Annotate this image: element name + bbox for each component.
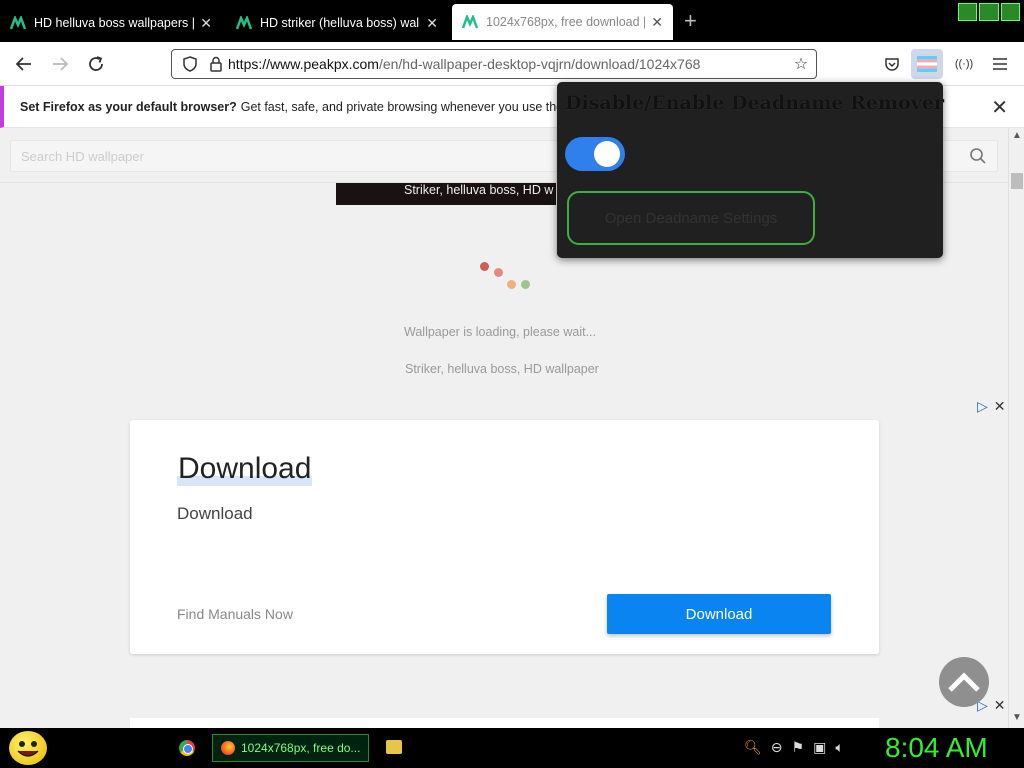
tracking-shield-icon[interactable] bbox=[182, 56, 198, 72]
tab-close-icon[interactable]: ✕ bbox=[426, 15, 438, 32]
preview-caption: Striker, helluva boss, HD w bbox=[404, 183, 554, 197]
loading-dot bbox=[494, 268, 503, 277]
tab-helluva-boss-wallpapers[interactable]: HD helluva boss wallpapers | Pe ✕ bbox=[0, 6, 222, 40]
extension-broadcast-icon: ((·)) bbox=[954, 58, 974, 70]
tab-close-icon[interactable]: ✕ bbox=[200, 15, 212, 32]
extension-overflow-button[interactable]: ((·)) bbox=[952, 52, 976, 76]
lock-icon[interactable] bbox=[209, 56, 223, 72]
tab-strip: HD helluva boss wallpapers | Pe ✕ HD str… bbox=[0, 0, 1024, 42]
peakpx-favicon-icon bbox=[236, 16, 252, 30]
start-menu-smiley-icon[interactable] bbox=[9, 731, 47, 765]
os-taskbar: 1024x768px, free do... 🔍︎ ⊖ ⚑ ▣ 🔈︎ 8:04 … bbox=[0, 728, 1024, 768]
page-scrollbar[interactable]: ▲ ▼ bbox=[1008, 128, 1024, 728]
notification-question: Set Firefox as your default browser? bbox=[20, 99, 237, 114]
back-arrow-icon bbox=[15, 57, 31, 71]
loading-dot bbox=[521, 280, 530, 289]
flag-tray-icon[interactable]: ⚑ bbox=[792, 739, 805, 756]
navigation-toolbar: https://www.peakpx.com/en/hd-wallpaper-d… bbox=[0, 42, 1024, 86]
ad-heading[interactable]: Download bbox=[177, 452, 313, 486]
url-bar[interactable]: https://www.peakpx.com/en/hd-wallpaper-d… bbox=[171, 49, 817, 79]
open-settings-button[interactable]: Open Deadname Settings bbox=[567, 191, 815, 245]
scroll-down-arrow-icon[interactable]: ▼ bbox=[1012, 712, 1022, 723]
popup-title: Disable/Enable Deadname Remover bbox=[565, 92, 944, 114]
chevron-up-icon bbox=[948, 672, 980, 692]
scrollbar-thumb[interactable] bbox=[1011, 173, 1023, 189]
new-tab-button[interactable]: + bbox=[684, 10, 697, 32]
url-text[interactable]: https://www.peakpx.com/en/hd-wallpaper-d… bbox=[228, 56, 786, 72]
taskbar-window-title: 1024x768px, free do... bbox=[241, 741, 361, 755]
ad-card[interactable]: Download Download Find Manuals Now Downl… bbox=[130, 420, 879, 654]
tab-title: 1024x768px, free download | Str bbox=[486, 15, 646, 29]
loading-dot bbox=[480, 262, 489, 271]
ad-close-icon[interactable]: ✕ bbox=[994, 697, 1006, 714]
scroll-up-arrow-icon[interactable]: ▲ bbox=[1012, 130, 1022, 141]
ad-choices-icon[interactable]: ▷ bbox=[977, 398, 988, 415]
network-tray-icon[interactable]: ▣ bbox=[813, 739, 826, 756]
peakpx-favicon-icon bbox=[462, 15, 478, 29]
search-placeholder: Search HD wallpaper bbox=[21, 149, 144, 164]
status-tray-icon[interactable]: ⊖ bbox=[771, 739, 783, 756]
forward-button[interactable] bbox=[48, 52, 72, 76]
file-manager-folder-icon[interactable] bbox=[386, 740, 402, 754]
deadname-remover-popup: Disable/Enable Deadname Remover Open Dea… bbox=[557, 82, 944, 258]
app-menu-button[interactable] bbox=[988, 52, 1012, 76]
ad-choices[interactable]: ▷ ✕ bbox=[977, 398, 1006, 415]
chrome-launcher-icon[interactable] bbox=[179, 740, 195, 756]
ad-close-icon[interactable]: ✕ bbox=[994, 398, 1006, 415]
system-tray: 🔍︎ ⊖ ⚑ ▣ 🔈︎ bbox=[744, 739, 844, 756]
tab-title: HD helluva boss wallpapers | Pe bbox=[34, 16, 195, 30]
bookmark-star-icon[interactable]: ☆ bbox=[786, 54, 816, 74]
url-path: /en/hd-wallpaper-desktop-vqjrn/download/… bbox=[378, 56, 701, 72]
ad-find-text[interactable]: Find Manuals Now bbox=[177, 606, 293, 622]
volume-tray-icon[interactable]: 🔈︎ bbox=[835, 739, 843, 756]
taskbar-clock[interactable]: 8:04 AM bbox=[885, 732, 988, 764]
tab-active-download[interactable]: 1024x768px, free download | Str ✕ bbox=[452, 4, 673, 40]
forward-arrow-icon bbox=[53, 57, 69, 71]
pocket-icon bbox=[885, 58, 899, 71]
ad-subheading: Download bbox=[177, 504, 253, 523]
hamburger-menu-icon bbox=[993, 58, 1007, 70]
back-button[interactable] bbox=[12, 52, 36, 76]
firefox-icon bbox=[221, 741, 235, 755]
loading-dot bbox=[507, 280, 516, 289]
ad-download-button[interactable]: Download bbox=[607, 594, 831, 634]
search-tray-icon[interactable]: 🔍︎ bbox=[744, 739, 762, 756]
window-controls[interactable] bbox=[958, 3, 1020, 21]
toggle-knob bbox=[594, 141, 620, 167]
tab-title: HD striker (helluva boss) wallpa bbox=[260, 16, 421, 30]
peakpx-favicon-icon bbox=[10, 16, 26, 30]
search-icon[interactable] bbox=[969, 147, 987, 165]
notification-close-icon[interactable]: ✕ bbox=[991, 95, 1008, 120]
remover-toggle-switch[interactable] bbox=[565, 137, 625, 171]
taskbar-firefox-window[interactable]: 1024x768px, free do... bbox=[212, 734, 369, 762]
ad-card-secondary[interactable] bbox=[130, 718, 879, 728]
wallpaper-preview-strip[interactable]: Striker, helluva boss, HD w bbox=[336, 183, 556, 205]
loading-message: Wallpaper is loading, please wait... bbox=[404, 325, 596, 339]
wallpaper-caption: Striker, helluva boss, HD wallpaper bbox=[405, 362, 599, 376]
tab-striker-wallpaper[interactable]: HD striker (helluva boss) wallpa ✕ bbox=[226, 6, 448, 40]
reload-button[interactable] bbox=[84, 52, 108, 76]
reload-icon bbox=[89, 56, 103, 71]
url-host: https://www.peakpx.com bbox=[228, 56, 379, 72]
deadname-remover-extension-button[interactable] bbox=[911, 49, 943, 79]
scroll-to-top-button[interactable] bbox=[939, 657, 989, 707]
tab-close-icon[interactable]: ✕ bbox=[651, 14, 663, 31]
pocket-button[interactable] bbox=[880, 52, 904, 76]
smiley-face-icon bbox=[17, 741, 39, 757]
trans-flag-icon bbox=[917, 56, 937, 72]
notification-text: Get fast, safe, and private browsing whe… bbox=[240, 99, 594, 114]
